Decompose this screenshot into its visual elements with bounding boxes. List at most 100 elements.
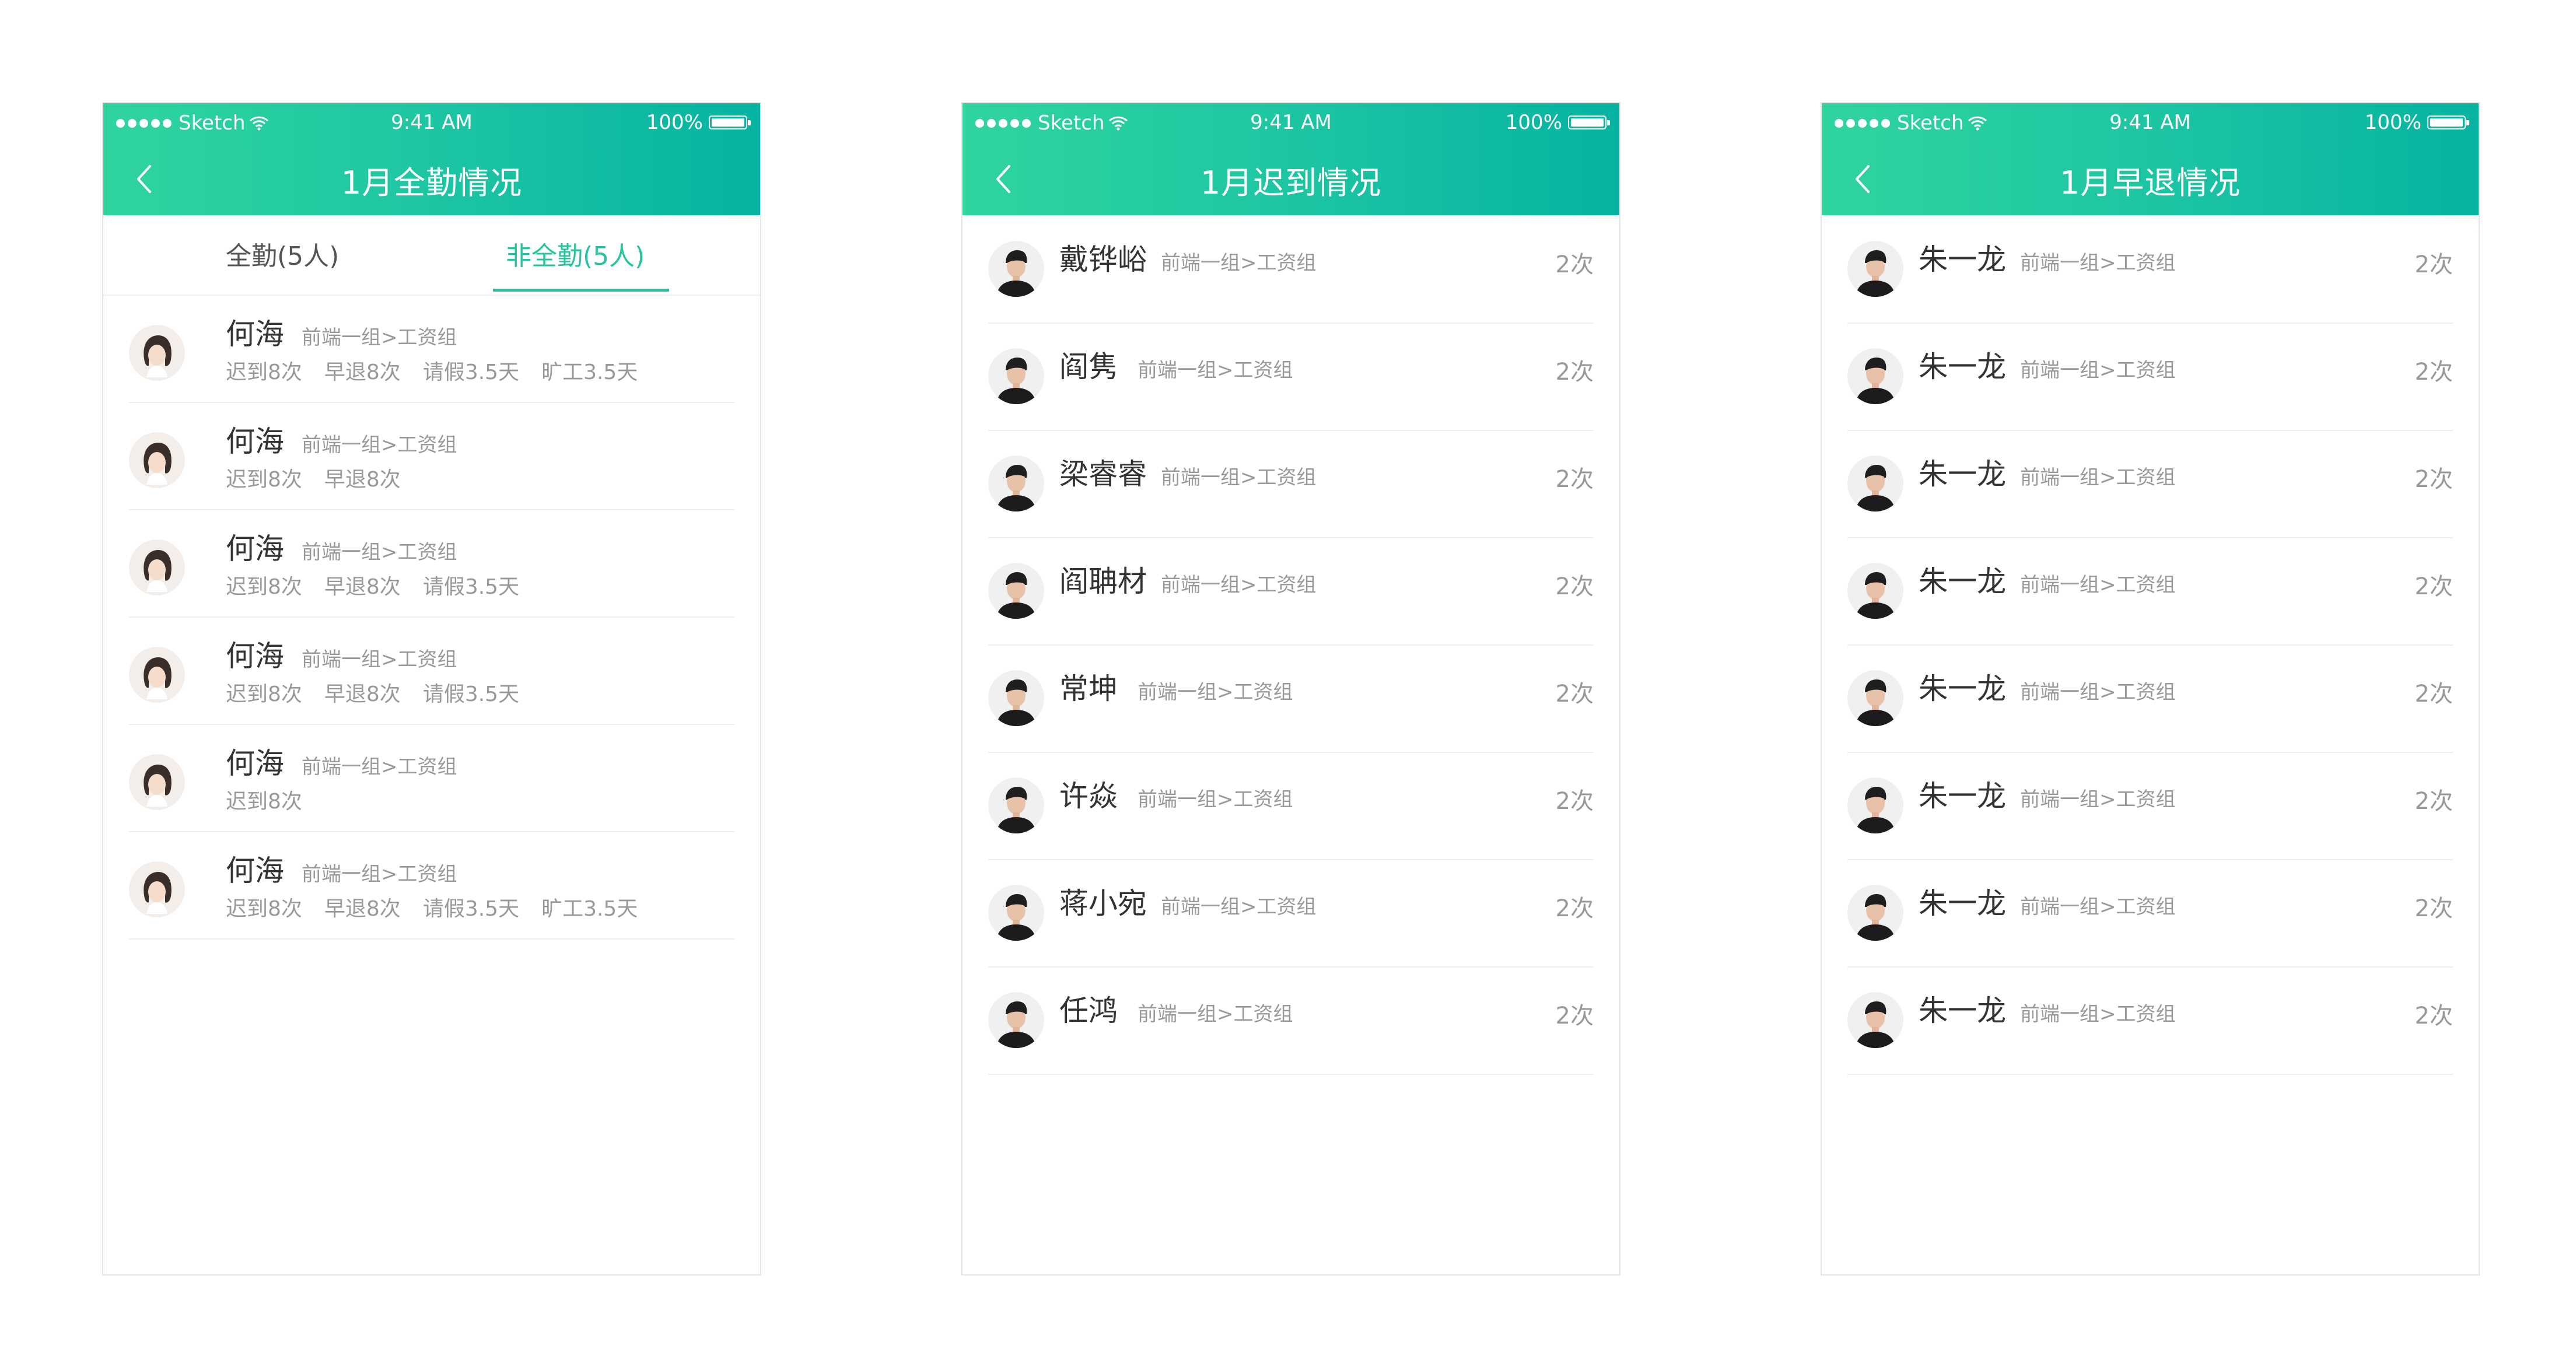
- employee-name: 何海: [226, 854, 284, 888]
- page-title: 1月早退情况: [2059, 164, 2241, 201]
- list-item[interactable]: 何海 前端一组>工资组 迟到8次: [129, 724, 734, 832]
- stat-item: 迟到8次: [226, 575, 302, 599]
- list-item[interactable]: 任鸿 前端一组>工资组 2次: [988, 966, 1594, 1075]
- active-tab-indicator: [493, 289, 669, 292]
- employee-name: 任鸿: [1059, 994, 1118, 1028]
- stat-item: 请假3.5天: [422, 897, 520, 921]
- employee-department: 前端一组>工资组: [1138, 1003, 1293, 1026]
- tab-not-full-attendance[interactable]: 非全勤(5人): [506, 235, 645, 272]
- employee-name: 朱一龙: [1919, 994, 2006, 1028]
- battery-group: 100%: [1506, 111, 1610, 134]
- stat-item: 请假3.5天: [422, 360, 520, 384]
- employee-department: 前端一组>工资组: [2020, 681, 2176, 704]
- stat-item: 早退8次: [324, 360, 401, 384]
- employee-department: 前端一组>工资组: [1161, 466, 1317, 489]
- list-item[interactable]: 朱一龙 前端一组>工资组 2次: [1847, 323, 2453, 431]
- battery-group: 100%: [646, 111, 751, 134]
- avatar: [988, 885, 1044, 941]
- late-screen: Sketch 9:41 AM 100% 1月迟到情况 戴铧峪 前端一组>工资组 2次…: [961, 102, 1620, 1276]
- employee-name: 许焱: [1059, 779, 1118, 813]
- employee-name: 蒋小宛: [1059, 887, 1147, 920]
- list-item[interactable]: 朱一龙 前端一组>工资组 2次: [1847, 644, 2453, 753]
- list-item[interactable]: 何海 前端一组>工资组 迟到8次 早退8次 请假3.5天: [129, 616, 734, 725]
- employee-name: 朱一龙: [1919, 565, 2006, 598]
- employee-name: 朱一龙: [1919, 672, 2006, 706]
- avatar: [1847, 992, 1903, 1048]
- battery-percent: 100%: [2364, 111, 2421, 134]
- occurrence-count: 2次: [1555, 681, 1594, 707]
- attendance-stats: 迟到8次 早退8次 请假3.5天 旷工3.5天: [226, 892, 660, 922]
- list-item[interactable]: 朱一龙 前端一组>工资组 2次: [1847, 537, 2453, 646]
- employee-department: 前端一组>工资组: [2020, 895, 2176, 919]
- list-item[interactable]: 蒋小宛 前端一组>工资组 2次: [988, 859, 1594, 968]
- employee-department: 前端一组>工资组: [1161, 895, 1317, 919]
- header: Sketch 9:41 AM 100% 1月全勤情况: [103, 103, 760, 215]
- battery-percent: 100%: [646, 111, 703, 134]
- employee-name: 阎聃材: [1059, 565, 1147, 598]
- status-bar: Sketch 9:41 AM 100%: [103, 103, 760, 139]
- list-item[interactable]: 何海 前端一组>工资组 迟到8次 早退8次 请假3.5天 旷工3.5天: [129, 295, 734, 403]
- avatar: [129, 432, 185, 488]
- page-title: 1月迟到情况: [1200, 164, 1382, 201]
- list-item[interactable]: 朱一龙 前端一组>工资组 2次: [1847, 966, 2453, 1075]
- employee-department: 前端一组>工资组: [1138, 681, 1293, 704]
- list-item[interactable]: 朱一龙 前端一组>工资组 2次: [1847, 859, 2453, 968]
- early-leave-screen: Sketch 9:41 AM 100% 1月早退情况 朱一龙 前端一组>工资组 2次…: [1821, 102, 2480, 1276]
- occurrence-count: 2次: [2414, 1003, 2453, 1029]
- list-item[interactable]: 朱一龙 前端一组>工资组 2次: [1847, 430, 2453, 538]
- tab-bar: 全勤(5人) 非全勤(5人): [103, 215, 760, 296]
- list-item[interactable]: 朱一龙 前端一组>工资组 2次: [1847, 215, 2453, 324]
- employee-name: 朱一龙: [1919, 243, 2006, 276]
- list-item[interactable]: 许焱 前端一组>工资组 2次: [988, 752, 1594, 860]
- avatar: [129, 325, 185, 381]
- employee-name: 常坤: [1059, 672, 1118, 706]
- attendance-full-screen: Sketch 9:41 AM 100% 1月全勤情况 全勤(5人) 非全勤(5人…: [102, 102, 761, 1276]
- list-item[interactable]: 阎聃材 前端一组>工资组 2次: [988, 537, 1594, 646]
- list-item[interactable]: 常坤 前端一组>工资组 2次: [988, 644, 1594, 753]
- employee-department: 前端一组>工资组: [2020, 359, 2176, 382]
- avatar: [1847, 670, 1903, 726]
- occurrence-count: 2次: [1555, 466, 1594, 493]
- employee-department: 前端一组>工资组: [1161, 573, 1317, 597]
- battery-icon: [2427, 115, 2469, 129]
- list-item[interactable]: 朱一龙 前端一组>工资组 2次: [1847, 752, 2453, 860]
- avatar: [1847, 885, 1903, 941]
- list-item[interactable]: 戴铧峪 前端一组>工资组 2次: [988, 215, 1594, 324]
- list-item[interactable]: 何海 前端一组>工资组 迟到8次 早退8次 请假3.5天 旷工3.5天: [129, 831, 734, 940]
- stat-item: 旷工3.5天: [541, 360, 638, 384]
- attendance-stats: 迟到8次 早退8次 请假3.5天 旷工3.5天: [226, 355, 660, 386]
- attendance-stats: 迟到8次 早退8次 请假3.5天: [226, 677, 541, 707]
- list-item[interactable]: 阎隽 前端一组>工资组 2次: [988, 323, 1594, 431]
- list-item[interactable]: 梁睿睿 前端一组>工资组 2次: [988, 430, 1594, 538]
- avatar: [988, 670, 1044, 726]
- list-item[interactable]: 何海 前端一组>工资组 迟到8次 早退8次: [129, 402, 734, 510]
- stat-item: 迟到8次: [226, 468, 302, 492]
- stat-item: 请假3.5天: [422, 575, 520, 599]
- tab-full-attendance[interactable]: 全勤(5人): [226, 235, 339, 272]
- stat-item: 早退8次: [324, 897, 401, 921]
- stat-item: 早退8次: [324, 575, 401, 599]
- avatar: [1847, 241, 1903, 297]
- employee-name: 何海: [226, 425, 284, 458]
- avatar: [988, 456, 1044, 511]
- employee-department: 前端一组>工资组: [1161, 251, 1317, 275]
- occurrence-count: 2次: [2414, 681, 2453, 707]
- avatar: [988, 241, 1044, 297]
- employee-name: 何海: [226, 532, 284, 566]
- employee-department: 前端一组>工资组: [302, 326, 457, 349]
- occurrence-count: 2次: [1555, 359, 1594, 386]
- occurrence-count: 2次: [1555, 1003, 1594, 1029]
- avatar: [1847, 563, 1903, 619]
- employee-department: 前端一组>工资组: [1138, 788, 1293, 811]
- avatar: [988, 348, 1044, 404]
- stat-item: 早退8次: [324, 468, 401, 492]
- occurrence-count: 2次: [1555, 788, 1594, 815]
- employee-department: 前端一组>工资组: [302, 541, 457, 564]
- employee-name: 梁睿睿: [1059, 457, 1147, 491]
- avatar: [1847, 777, 1903, 833]
- header: Sketch 9:41 AM 100% 1月迟到情况: [963, 103, 1619, 215]
- avatar: [1847, 348, 1903, 404]
- list-item[interactable]: 何海 前端一组>工资组 迟到8次 早退8次 请假3.5天: [129, 509, 734, 618]
- employee-department: 前端一组>工资组: [2020, 573, 2176, 597]
- nav-bar: 1月迟到情况: [963, 139, 1619, 215]
